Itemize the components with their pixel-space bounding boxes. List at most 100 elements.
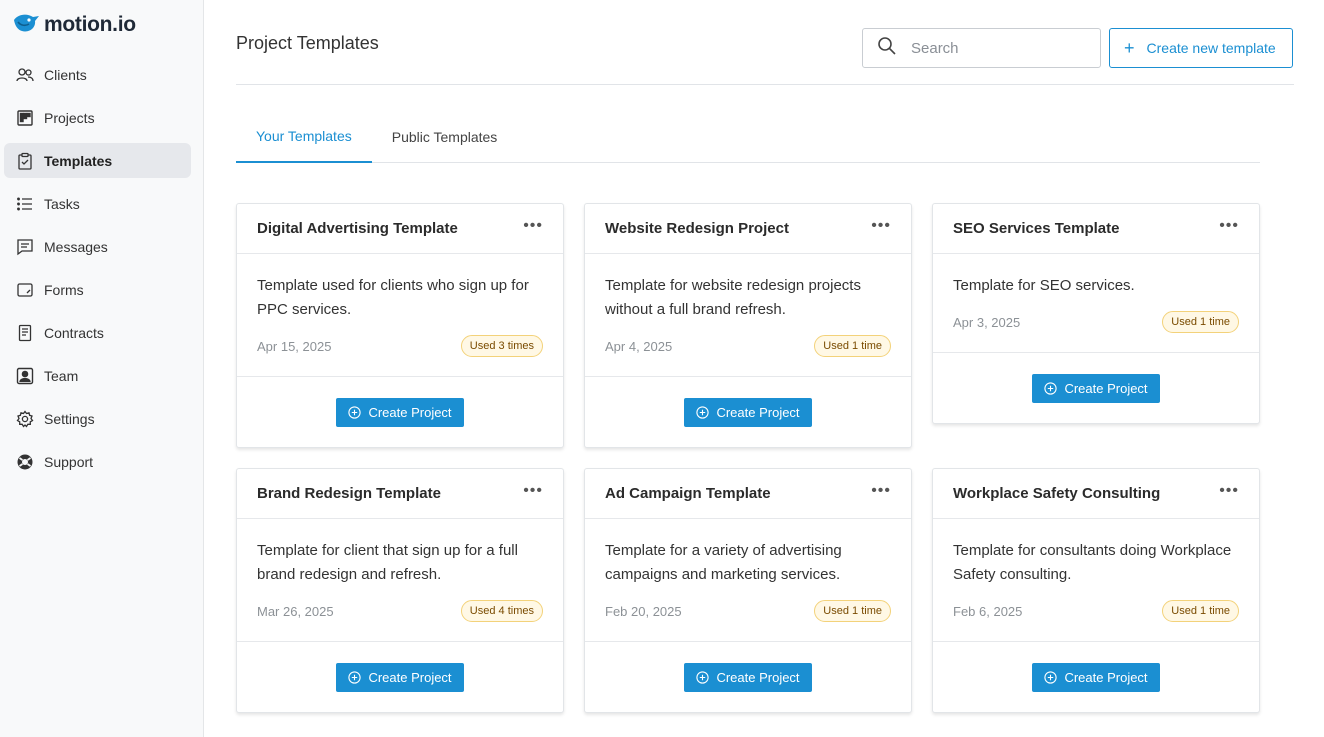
sidebar-item-label: Templates [44, 152, 113, 169]
sidebar-item-support[interactable]: Support [4, 444, 191, 479]
template-card: SEO Services Template ••• Template for S… [932, 203, 1260, 424]
sidebar-item-templates[interactable]: Templates [4, 143, 191, 178]
card-meta: Feb 20, 2025 Used 1 time [605, 599, 891, 623]
page-title: Project Templates [236, 33, 379, 53]
card-body: Template for SEO services. Apr 3, 2025 U… [933, 254, 1259, 334]
team-icon [16, 367, 34, 385]
sidebar-item-label: Forms [44, 281, 84, 298]
plus-circle-icon [696, 405, 710, 419]
usage-badge: Used 1 time [1162, 600, 1239, 622]
card-date: Feb 20, 2025 [605, 603, 682, 619]
tab-your-templates[interactable]: Your Templates [236, 110, 372, 163]
create-project-button[interactable]: Create Project [1032, 373, 1160, 403]
sidebar-item-settings[interactable]: Settings [4, 401, 191, 436]
card-header: Website Redesign Project ••• [585, 204, 911, 254]
create-project-button[interactable]: Create Project [336, 662, 464, 692]
sidebar-item-label: Clients [44, 66, 87, 83]
card-description: Template used for clients who sign up fo… [257, 277, 529, 318]
header-divider [236, 84, 1294, 85]
usage-badge: Used 3 times [460, 335, 543, 357]
card-footer: Create Project [933, 352, 1259, 423]
create-project-button[interactable]: Create Project [336, 397, 464, 427]
card-date: Apr 4, 2025 [605, 338, 673, 354]
search-box[interactable] [862, 28, 1101, 68]
lifebuoy-icon [16, 453, 34, 471]
plus-circle-icon [1044, 381, 1058, 395]
create-project-label: Create Project [368, 404, 452, 420]
card-header: SEO Services Template ••• [933, 204, 1259, 254]
document-icon [16, 324, 34, 342]
sidebar-item-contracts[interactable]: Contracts [4, 315, 191, 350]
card-title: Website Redesign Project [605, 220, 789, 237]
create-new-template-button[interactable]: + Create new template [1109, 28, 1293, 68]
card-header: Brand Redesign Template ••• [237, 469, 563, 519]
card-footer: Create Project [933, 641, 1259, 712]
card-footer: Create Project [237, 641, 563, 712]
sidebar-item-label: Contracts [44, 324, 104, 341]
card-meta: Feb 6, 2025 Used 1 time [953, 599, 1239, 623]
tab-public-templates[interactable]: Public Templates [372, 110, 518, 163]
card-title: Workplace Safety Consulting [953, 485, 1161, 502]
card-body: Template for consultants doing Workplace… [933, 519, 1259, 623]
sidebar: motion.io Clients Projects Templates Tas… [0, 0, 204, 737]
card-meta: Apr 3, 2025 Used 1 time [953, 310, 1239, 334]
plus-circle-icon [1044, 670, 1058, 684]
brand-logo[interactable]: motion.io [12, 12, 136, 38]
card-body: Template for client that sign up for a f… [237, 519, 563, 623]
usage-badge: Used 1 time [814, 335, 891, 357]
card-body: Template for a variety of advertising ca… [585, 519, 911, 623]
create-project-label: Create Project [1064, 669, 1148, 685]
create-project-button[interactable]: Create Project [1032, 662, 1160, 692]
template-card: Brand Redesign Template ••• Template for… [236, 468, 564, 713]
template-tabs: Your Templates Public Templates [236, 110, 1260, 163]
clipboard-check-icon [16, 152, 34, 170]
card-description: Template for client that sign up for a f… [257, 542, 518, 583]
create-project-label: Create Project [1064, 380, 1148, 396]
search-icon [877, 36, 897, 61]
card-date: Feb 6, 2025 [953, 603, 1023, 619]
sidebar-nav: Clients Projects Templates Tasks Message… [4, 57, 191, 487]
create-project-label: Create Project [716, 404, 800, 420]
sidebar-item-team[interactable]: Team [4, 358, 191, 393]
card-footer: Create Project [585, 376, 911, 447]
card-meta: Apr 4, 2025 Used 1 time [605, 334, 891, 358]
usage-badge: Used 1 time [814, 600, 891, 622]
more-options-icon[interactable]: ••• [1219, 217, 1239, 235]
card-meta: Apr 15, 2025 Used 3 times [257, 334, 543, 358]
template-grid: Digital Advertising Template ••• Templat… [236, 203, 1260, 713]
card-footer: Create Project [237, 376, 563, 447]
sidebar-item-label: Projects [44, 109, 95, 126]
sidebar-item-tasks[interactable]: Tasks [4, 186, 191, 221]
more-options-icon[interactable]: ••• [523, 482, 543, 500]
more-options-icon[interactable]: ••• [523, 217, 543, 235]
create-project-button[interactable]: Create Project [684, 397, 812, 427]
usage-badge: Used 1 time [1162, 311, 1239, 333]
plus-circle-icon [348, 405, 362, 419]
sidebar-item-projects[interactable]: Projects [4, 100, 191, 135]
card-title: Brand Redesign Template [257, 485, 441, 502]
card-title: SEO Services Template [953, 220, 1120, 237]
card-description: Template for SEO services. [953, 277, 1135, 294]
card-header: Ad Campaign Template ••• [585, 469, 911, 519]
sidebar-item-clients[interactable]: Clients [4, 57, 191, 92]
create-new-template-label: Create new template [1146, 40, 1276, 56]
template-card: Ad Campaign Template ••• Template for a … [584, 468, 912, 713]
card-description: Template for website redesign projects w… [605, 277, 861, 318]
more-options-icon[interactable]: ••• [871, 482, 891, 500]
more-options-icon[interactable]: ••• [871, 217, 891, 235]
main-content: Project Templates + Create new template … [236, 0, 1294, 737]
sidebar-item-label: Tasks [44, 195, 80, 212]
create-project-button[interactable]: Create Project [684, 662, 812, 692]
search-input[interactable] [911, 39, 1091, 57]
create-project-label: Create Project [368, 669, 452, 685]
card-description: Template for a variety of advertising ca… [605, 542, 842, 583]
card-title: Ad Campaign Template [605, 485, 771, 502]
plus-circle-icon [696, 670, 710, 684]
gear-icon [16, 409, 34, 428]
template-card: Workplace Safety Consulting ••• Template… [932, 468, 1260, 713]
sidebar-item-messages[interactable]: Messages [4, 229, 191, 264]
message-icon [16, 238, 34, 256]
card-description: Template for consultants doing Workplace… [953, 542, 1232, 583]
sidebar-item-forms[interactable]: Forms [4, 272, 191, 307]
more-options-icon[interactable]: ••• [1219, 482, 1239, 500]
